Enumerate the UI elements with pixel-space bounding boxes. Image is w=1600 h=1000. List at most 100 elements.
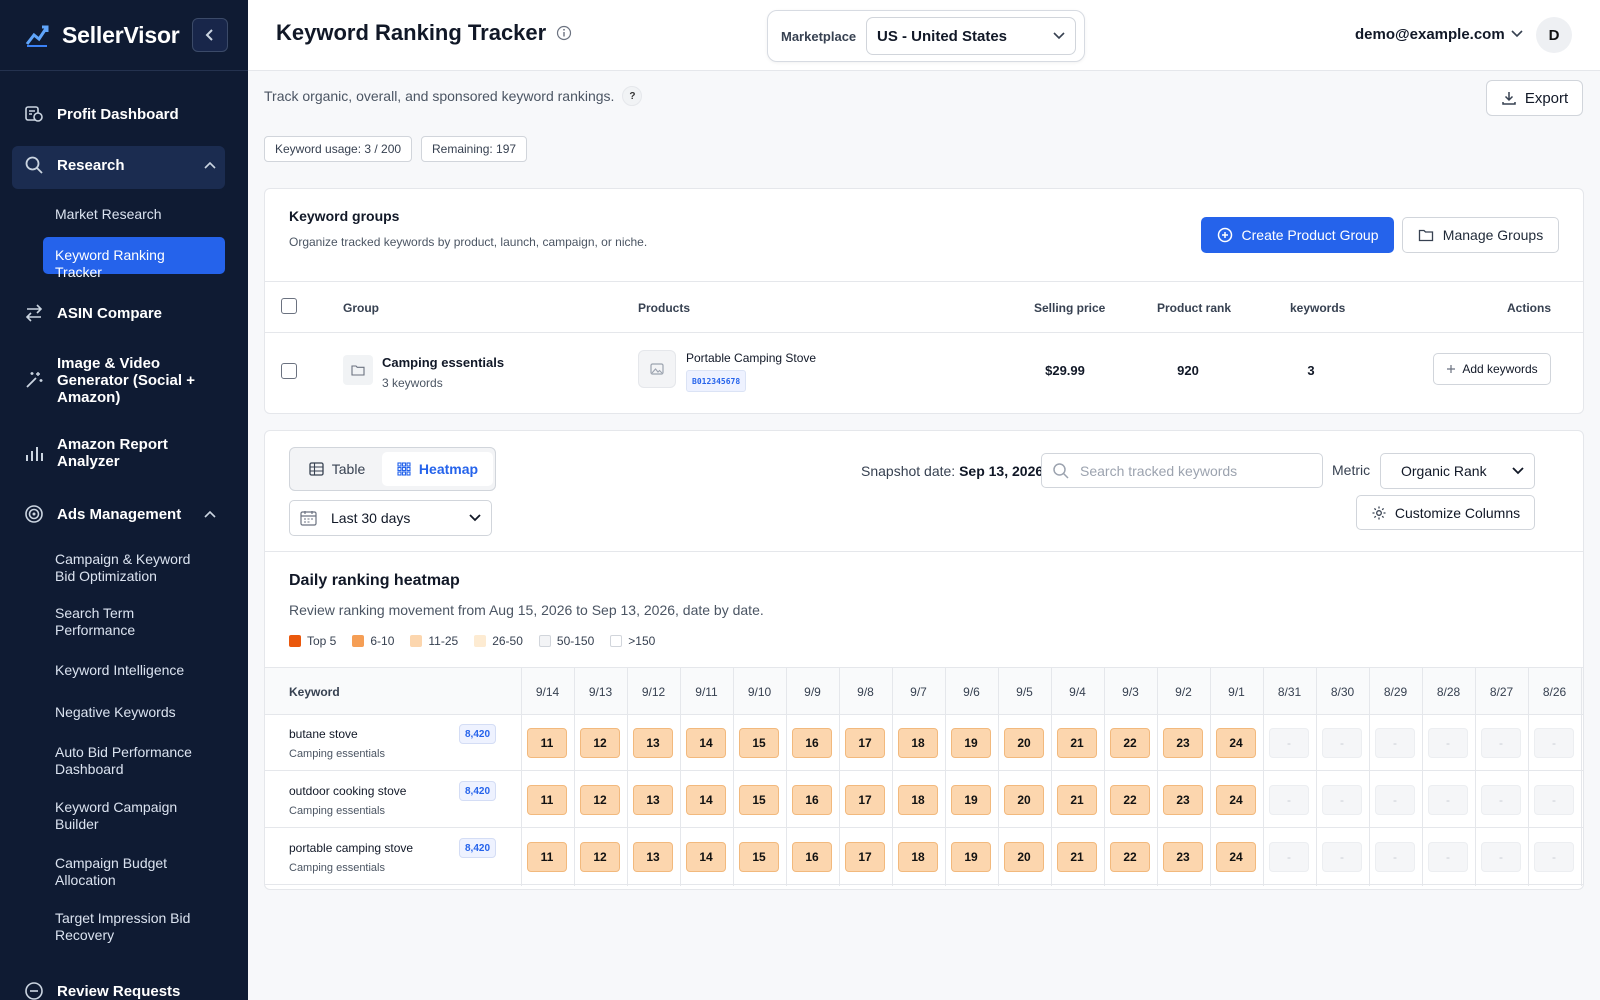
sidebar-item-keyword-ranking-tracker[interactable]: Keyword Ranking Tracker <box>43 237 225 280</box>
rank-cell[interactable]: 11 <box>527 842 567 872</box>
rank-cell[interactable]: 24 <box>1216 842 1256 872</box>
rank-cell[interactable]: - <box>1269 728 1309 758</box>
keyword-name[interactable]: outdoor cooking stove <box>289 784 406 798</box>
rank-cell[interactable]: 17 <box>845 728 885 758</box>
sidebar-item-asin-compare[interactable]: ASIN Compare <box>0 303 248 323</box>
rank-cell[interactable]: 18 <box>898 842 938 872</box>
date-range-select[interactable]: Last 30 days <box>289 500 492 536</box>
rank-cell[interactable]: 22 <box>1110 728 1150 758</box>
user-email[interactable]: demo@example.com <box>1355 26 1505 43</box>
rank-cell[interactable]: 16 <box>792 785 832 815</box>
rank-cell[interactable]: - <box>1428 728 1468 758</box>
chevron-down-icon[interactable] <box>1511 30 1523 38</box>
rank-cell[interactable]: - <box>1534 728 1574 758</box>
rank-cell[interactable]: 17 <box>845 842 885 872</box>
rank-cell[interactable]: 19 <box>951 728 991 758</box>
rank-cell[interactable]: - <box>1481 785 1521 815</box>
sidebar-item-auto-bid-performance[interactable]: Auto Bid Performance Dashboard <box>55 744 205 778</box>
rank-cell[interactable]: 21 <box>1057 728 1097 758</box>
rank-cell[interactable]: 11 <box>527 728 567 758</box>
rank-cell[interactable]: 23 <box>1163 785 1203 815</box>
sidebar-item-keyword-intelligence[interactable]: Keyword Intelligence <box>55 662 184 679</box>
rank-cell[interactable]: 18 <box>898 728 938 758</box>
rank-cell[interactable]: - <box>1428 842 1468 872</box>
metric-select[interactable]: Organic Rank <box>1380 453 1535 489</box>
rank-cell[interactable]: - <box>1269 842 1309 872</box>
sidebar-item-keyword-campaign-builder[interactable]: Keyword Campaign Builder <box>55 799 185 833</box>
rank-cell[interactable]: 14 <box>686 842 726 872</box>
sidebar-item-research[interactable]: Research <box>0 155 248 175</box>
rank-cell[interactable]: - <box>1534 785 1574 815</box>
group-name[interactable]: Camping essentials <box>382 355 504 370</box>
rank-cell[interactable]: 20 <box>1004 728 1044 758</box>
select-all-checkbox[interactable] <box>281 298 297 314</box>
rank-cell[interactable]: 17 <box>845 785 885 815</box>
rank-cell[interactable]: 14 <box>686 728 726 758</box>
rank-cell[interactable]: 22 <box>1110 842 1150 872</box>
rank-cell[interactable]: - <box>1481 728 1521 758</box>
table-view-button[interactable]: Table <box>294 452 380 486</box>
rank-cell[interactable]: 19 <box>951 842 991 872</box>
keyword-name[interactable]: butane stove <box>289 727 358 741</box>
rank-cell[interactable]: - <box>1375 728 1415 758</box>
sidebar-item-review-requests[interactable]: Review Requests <box>0 981 248 1000</box>
rank-cell[interactable]: 14 <box>686 785 726 815</box>
manage-groups-button[interactable]: Manage Groups <box>1402 217 1559 253</box>
sidebar-item-target-impression-bid[interactable]: Target Impression Bid Recovery <box>55 910 205 944</box>
keyword-search-input[interactable]: Search tracked keywords <box>1041 453 1323 488</box>
rank-cell[interactable]: 16 <box>792 728 832 758</box>
sidebar-item-amazon-report-analyzer[interactable]: Amazon Report Analyzer <box>0 436 248 470</box>
rank-cell[interactable]: 15 <box>739 728 779 758</box>
collapse-sidebar-button[interactable] <box>192 18 228 52</box>
rank-cell[interactable]: 16 <box>792 842 832 872</box>
rank-cell[interactable]: 13 <box>633 728 673 758</box>
rank-cell[interactable]: 11 <box>527 785 567 815</box>
sidebar-item-campaign-budget-allocation[interactable]: Campaign Budget Allocation <box>55 855 185 889</box>
sidebar-item-ads-management[interactable]: Ads Management <box>0 504 248 524</box>
rank-cell[interactable]: - <box>1534 842 1574 872</box>
rank-cell[interactable]: 15 <box>739 785 779 815</box>
rank-cell[interactable]: 21 <box>1057 842 1097 872</box>
rank-cell[interactable]: 20 <box>1004 842 1044 872</box>
sidebar-item-profit-dashboard[interactable]: Profit Dashboard <box>0 104 248 124</box>
marketplace-select[interactable]: US - United States <box>866 17 1076 55</box>
rank-cell[interactable]: 18 <box>898 785 938 815</box>
export-button[interactable]: Export <box>1486 80 1583 116</box>
rank-cell[interactable]: 23 <box>1163 728 1203 758</box>
create-product-group-button[interactable]: Create Product Group <box>1201 217 1394 253</box>
rank-cell[interactable]: 24 <box>1216 728 1256 758</box>
rank-cell[interactable]: 20 <box>1004 785 1044 815</box>
heatmap-view-button[interactable]: Heatmap <box>382 452 493 486</box>
avatar[interactable]: D <box>1536 17 1572 53</box>
rank-cell[interactable]: 21 <box>1057 785 1097 815</box>
rank-cell[interactable]: - <box>1322 842 1362 872</box>
sidebar-item-market-research[interactable]: Market Research <box>55 206 162 223</box>
add-keywords-button[interactable]: Add keywords <box>1433 353 1551 385</box>
rank-cell[interactable]: 15 <box>739 842 779 872</box>
rank-cell[interactable]: 13 <box>633 785 673 815</box>
rank-cell[interactable]: - <box>1322 728 1362 758</box>
customize-columns-button[interactable]: Customize Columns <box>1356 495 1535 530</box>
rank-cell[interactable]: 12 <box>580 842 620 872</box>
rank-cell[interactable]: 23 <box>1163 842 1203 872</box>
sidebar-item-image-video-generator[interactable]: Image & Video Generator (Social + Amazon… <box>0 355 248 406</box>
rank-cell[interactable]: - <box>1375 842 1415 872</box>
rank-cell[interactable]: - <box>1322 785 1362 815</box>
rank-cell[interactable]: - <box>1269 785 1309 815</box>
rank-cell[interactable]: - <box>1428 785 1468 815</box>
row-checkbox[interactable] <box>281 363 297 379</box>
rank-cell[interactable]: 12 <box>580 728 620 758</box>
rank-cell[interactable]: 13 <box>633 842 673 872</box>
keyword-name[interactable]: portable camping stove <box>289 841 413 855</box>
rank-cell[interactable]: 12 <box>580 785 620 815</box>
help-icon[interactable]: ? <box>622 86 643 106</box>
rank-cell[interactable]: 19 <box>951 785 991 815</box>
sidebar-item-search-term-performance[interactable]: Search Term Performance <box>55 605 205 639</box>
sidebar-item-campaign-keyword-bid[interactable]: Campaign & Keyword Bid Optimization <box>55 551 205 585</box>
rank-cell[interactable]: 22 <box>1110 785 1150 815</box>
info-icon[interactable] <box>556 25 572 41</box>
rank-cell[interactable]: - <box>1481 842 1521 872</box>
rank-cell[interactable]: - <box>1375 785 1415 815</box>
rank-cell[interactable]: 24 <box>1216 785 1256 815</box>
sidebar-item-negative-keywords[interactable]: Negative Keywords <box>55 704 176 721</box>
